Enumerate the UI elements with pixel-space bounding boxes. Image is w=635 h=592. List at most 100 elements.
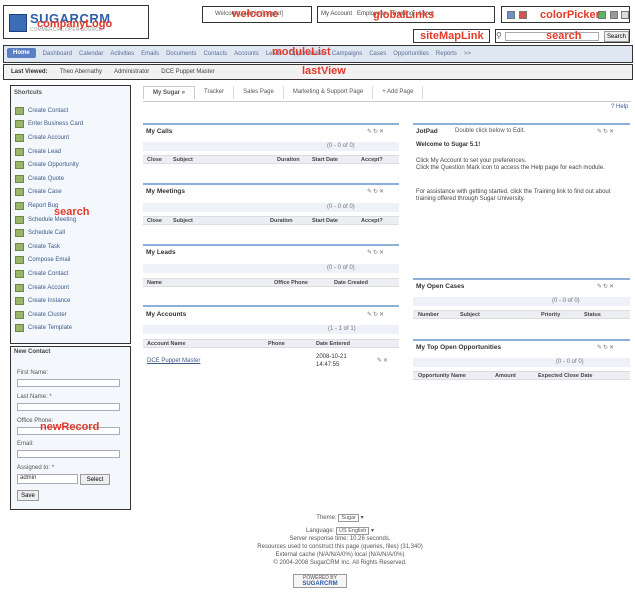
create-icon (15, 120, 24, 129)
shortcut-item[interactable]: Create Template (15, 322, 125, 336)
last-viewed-item[interactable]: Administrator (114, 69, 149, 75)
shortcut-item[interactable]: Create Instance (15, 294, 125, 308)
theme-label: Theme: (316, 515, 337, 521)
module-tab-documents[interactable]: Documents (166, 51, 196, 58)
dashlet-actions-icon[interactable]: ✎↻✕ (367, 311, 385, 318)
color-swatch-gray[interactable] (610, 11, 618, 19)
footer-copyright[interactable]: © 2004-2008 SugarCRM Inc. All Rights Res… (180, 559, 500, 567)
dashlet-title: My Calls (146, 128, 173, 135)
column-header[interactable]: Expected Close Date (538, 373, 592, 379)
column-header[interactable]: Start Date (312, 218, 338, 224)
shortcut-item[interactable]: Create Cluster (15, 308, 125, 322)
shortcut-item[interactable]: Create Contact (15, 104, 125, 118)
shortcut-label: Enter Business Card (28, 121, 84, 128)
account-link[interactable]: DCE Puppet Master (147, 358, 200, 364)
shortcut-item[interactable]: Create Case (15, 186, 125, 200)
tab-tracker[interactable]: Tracker (195, 86, 235, 99)
language-select[interactable]: US English (336, 527, 370, 535)
shortcut-item[interactable]: Create Quote (15, 172, 125, 186)
column-header[interactable]: Duration (270, 218, 293, 224)
column-header[interactable]: Date Created (334, 280, 368, 286)
column-header[interactable]: Close (147, 157, 162, 163)
shortcut-item[interactable]: Create Task (15, 240, 125, 254)
color-swatch-blue[interactable] (507, 11, 515, 19)
first-name-field[interactable] (17, 379, 120, 387)
global-link-my-account[interactable]: My Account (321, 11, 352, 17)
column-header[interactable]: Status (584, 312, 601, 318)
column-header[interactable]: Subject (173, 157, 193, 163)
column-header[interactable]: Accept? (361, 218, 383, 224)
module-tab-reports[interactable]: Reports (436, 51, 457, 58)
select-user-button[interactable]: Select (80, 474, 110, 485)
module-tab-activities[interactable]: Activities (110, 51, 134, 58)
column-header[interactable]: Accept? (361, 157, 383, 163)
column-header[interactable]: Close (147, 218, 162, 224)
dashlet-actions-icon[interactable]: ✎↻✕ (367, 188, 385, 195)
module-tab-dashboard[interactable]: Dashboard (43, 51, 72, 58)
new-record-title: New Contact (14, 349, 51, 355)
column-header[interactable]: Date Entered (316, 341, 350, 347)
column-header[interactable]: Phone (268, 341, 285, 347)
theme-select[interactable]: Sugar (338, 514, 359, 522)
column-header[interactable]: Office Phone (274, 280, 308, 286)
edit-row-icon[interactable]: ✎✕ (377, 357, 389, 364)
dashlet-actions-icon[interactable]: ✎↻✕ (597, 344, 615, 351)
column-header[interactable]: Name (147, 280, 162, 286)
shortcut-item[interactable]: Enter Business Card (15, 118, 125, 132)
last-viewed-list: Last Viewed: Theo Abernathy Administrato… (11, 69, 215, 75)
column-header[interactable]: Subject (460, 312, 480, 318)
module-tab-emails[interactable]: Emails (141, 51, 159, 58)
shortcut-label: Compose Email (28, 257, 71, 264)
add-page-button[interactable]: + Add Page (373, 86, 424, 99)
shortcut-item[interactable]: Schedule Call (15, 226, 125, 240)
email-field[interactable] (17, 450, 120, 458)
search-icon[interactable]: ⚲ (496, 31, 502, 40)
annotation-site-map-link: siteMapLink (420, 30, 484, 42)
dashlet-actions-icon[interactable]: ✎↻✕ (597, 283, 615, 290)
pager-text: (0 - 0 of 0) (327, 204, 355, 210)
assigned-to-field[interactable]: admin (17, 474, 78, 484)
column-header[interactable]: Start Date (312, 157, 338, 163)
shortcut-item[interactable]: Compose Email (15, 254, 125, 268)
column-header[interactable]: Duration (277, 157, 300, 163)
shortcut-item[interactable]: Create Account (15, 281, 125, 295)
module-tab-contacts[interactable]: Contacts (203, 51, 227, 58)
column-header[interactable]: Account Name (147, 341, 186, 347)
module-tab-accounts[interactable]: Accounts (234, 51, 259, 58)
module-tab-opportunities-2[interactable]: Opportunities (393, 51, 429, 58)
color-swatch-red[interactable] (519, 11, 527, 19)
annotation-module-list: moduleList (272, 46, 331, 58)
dashlet-actions-icon[interactable]: ✎↻✕ (367, 249, 385, 256)
shortcut-label: Create Account (28, 284, 70, 291)
search-button[interactable]: Search (604, 31, 629, 42)
tab-my-sugar[interactable]: My Sugar » (143, 86, 196, 99)
jotpad-editor[interactable] (413, 133, 630, 255)
dashlet-actions-icon[interactable]: ✎↻✕ (367, 128, 385, 135)
tab-sales-page[interactable]: Sales Page (234, 86, 284, 99)
tab-marketing-support[interactable]: Marketing & Support Page (284, 86, 374, 99)
shortcut-item[interactable]: Create Account (15, 131, 125, 145)
shortcut-item[interactable]: Create Lead (15, 145, 125, 159)
module-tab-calendar[interactable]: Calendar (79, 51, 103, 58)
last-viewed-item[interactable]: Theo Abernathy (60, 69, 102, 75)
module-tab-home[interactable]: Home (7, 48, 36, 58)
save-button[interactable]: Save (17, 490, 39, 501)
font-size-icon[interactable] (621, 11, 629, 19)
account-date: 2008-10-21 14:47:55 (316, 354, 347, 368)
column-header[interactable]: Opportunity Name (418, 373, 466, 379)
shortcut-item[interactable]: Create Opportunity (15, 158, 125, 172)
help-link[interactable]: ? Help (611, 104, 628, 110)
module-tab-campaigns[interactable]: Campaigns (332, 51, 362, 58)
column-header[interactable]: Amount (495, 373, 516, 379)
column-header[interactable]: Number (418, 312, 439, 318)
shortcut-item[interactable]: Create Contact (15, 267, 125, 281)
last-name-field[interactable] (17, 403, 120, 411)
powered-by-logo[interactable]: POWERED BY SUGARCRM (293, 574, 347, 588)
last-viewed-item[interactable]: DCE Puppet Master (161, 69, 214, 75)
module-tab-more[interactable]: >> (464, 51, 471, 58)
column-header[interactable]: Priority (541, 312, 560, 318)
dashlet-pager (143, 325, 399, 334)
module-tab-cases[interactable]: Cases (369, 51, 386, 58)
create-icon (15, 147, 24, 156)
column-header[interactable]: Subject (173, 218, 193, 224)
